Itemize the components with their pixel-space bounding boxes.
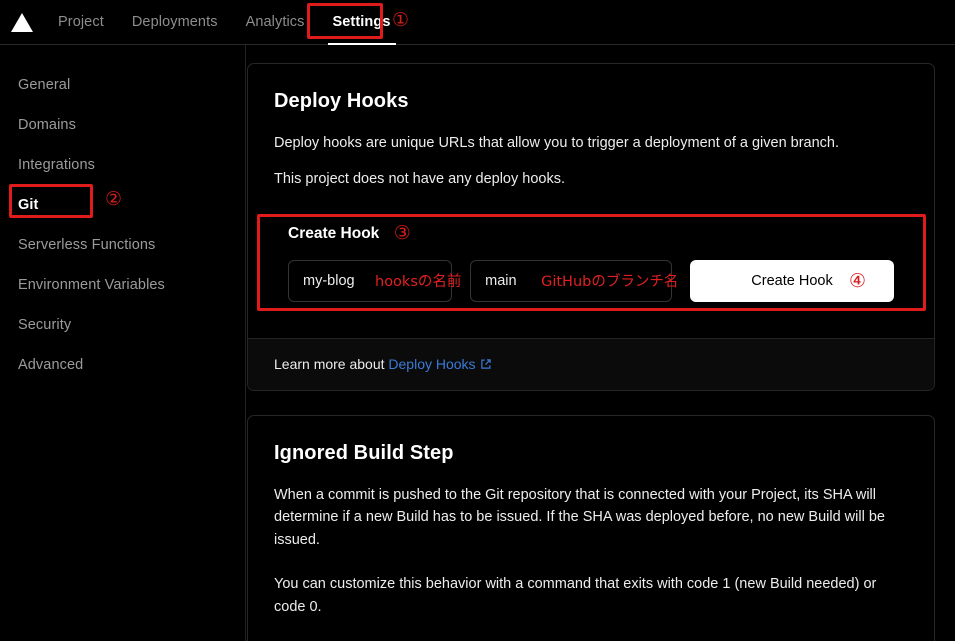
deploy-hooks-card: Deploy Hooks Deploy hooks are unique URL…	[247, 63, 935, 391]
sidebar-item-git[interactable]: Git	[0, 185, 245, 225]
ignored-build-step-body: Ignored Build Step When a commit is push…	[248, 416, 934, 641]
sidebar-item-environment-variables[interactable]: Environment Variables	[0, 265, 245, 305]
hook-branch-input[interactable]: main GitHubのブランチ名	[470, 259, 678, 302]
annotation-marker-2: ②	[105, 188, 123, 210]
ignored-build-step-paragraph-1: When a commit is pushed to the Git repos…	[274, 486, 885, 548]
deploy-hooks-body: Deploy Hooks Deploy hooks are unique URL…	[248, 64, 934, 338]
sidebar-item-serverless-functions[interactable]: Serverless Functions	[0, 225, 245, 265]
vercel-logo[interactable]	[0, 12, 44, 32]
create-hook-section: Create Hook ③ my-blog hooksの名前 main GitH…	[274, 211, 908, 316]
sidebar-item-domains[interactable]: Domains	[0, 105, 245, 145]
deploy-hooks-link[interactable]: Deploy Hooks	[388, 356, 475, 372]
sidebar-item-security[interactable]: Security	[0, 305, 245, 345]
main-content: Deploy Hooks Deploy hooks are unique URL…	[246, 45, 955, 641]
deploy-hooks-empty-state: This project does not have any deploy ho…	[274, 171, 565, 188]
annotation-marker-1: ①	[392, 9, 410, 31]
tab-analytics[interactable]: Analytics	[232, 0, 319, 44]
settings-sidebar: General Domains Integrations Git Serverl…	[0, 45, 246, 641]
deploy-hooks-title: Deploy Hooks	[274, 90, 409, 112]
create-hook-title: Create Hook	[288, 224, 380, 242]
deploy-hooks-description: Deploy hooks are unique URLs that allow …	[274, 135, 840, 151]
tab-project[interactable]: Project	[44, 0, 118, 44]
app-root: Project Deployments Analytics Settings G…	[0, 0, 955, 641]
hook-name-input[interactable]: my-blog hooksの名前	[288, 259, 461, 302]
hook-name-value: my-blog	[303, 272, 355, 289]
hook-branch-value: main	[485, 272, 517, 289]
top-navigation-bar: Project Deployments Analytics Settings	[0, 0, 955, 45]
sidebar-item-advanced[interactable]: Advanced	[0, 345, 245, 385]
sidebar-item-integrations[interactable]: Integrations	[0, 145, 245, 185]
learn-more-prefix: Learn more about	[274, 355, 389, 372]
annotation-marker-3: ③	[393, 221, 411, 244]
tab-deployments[interactable]: Deployments	[118, 0, 232, 44]
create-hook-row: my-blog hooksの名前 main GitHubのブランチ名 Creat…	[288, 259, 894, 302]
ignored-build-step-title: Ignored Build Step	[274, 441, 454, 464]
nav-tabs: Project Deployments Analytics Settings	[44, 0, 405, 45]
deploy-hooks-footer: Learn more about Deploy Hooks	[248, 337, 934, 390]
ignored-build-step-card: Ignored Build Step When a commit is push…	[247, 414, 935, 641]
create-hook-button[interactable]: Create Hook ④	[690, 259, 894, 302]
vercel-triangle-icon	[11, 12, 33, 32]
create-hook-button-label: Create Hook	[751, 272, 833, 289]
external-link-icon	[480, 357, 492, 373]
ignored-build-step-paragraph-2: You can customize this behavior with a c…	[274, 576, 877, 615]
annotation-marker-4: ④	[848, 269, 866, 292]
sidebar-item-general[interactable]: General	[0, 65, 245, 105]
annotation-note-hook-name: hooksの名前	[375, 274, 462, 291]
annotation-note-branch-name: GitHubのブランチ名	[541, 274, 679, 291]
